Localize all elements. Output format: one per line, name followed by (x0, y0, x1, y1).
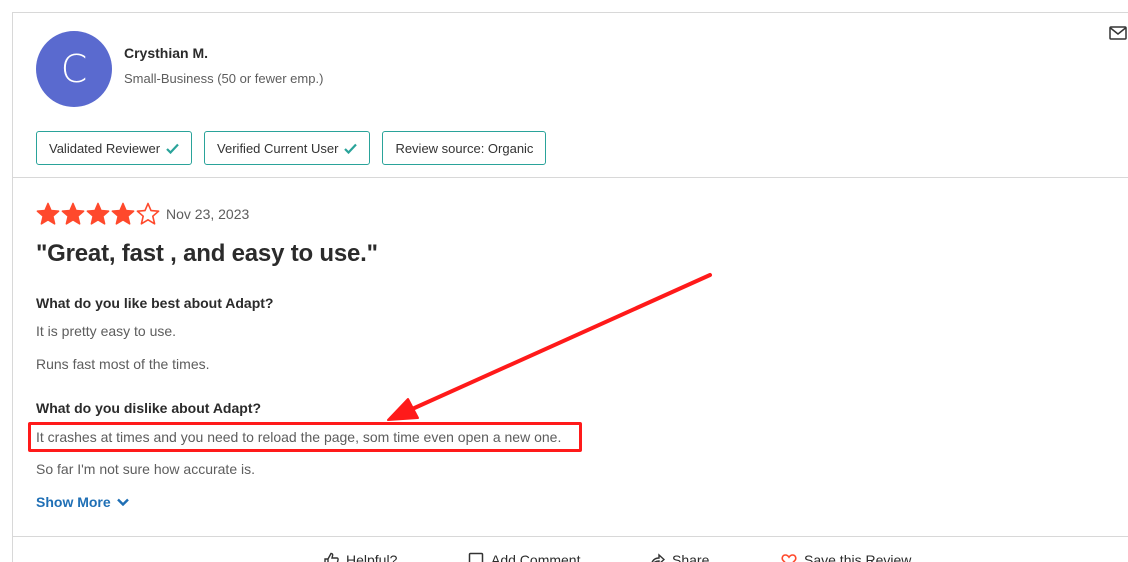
thumbs-up-icon (324, 552, 339, 562)
question-dislike: What do you dislike about Adapt? (36, 400, 262, 416)
helpful-button[interactable]: Helpful? (323, 552, 397, 562)
answer-like-line-2: Runs fast most of the times. (36, 356, 210, 372)
reviewer-name[interactable]: Crysthian M. (124, 45, 208, 61)
check-icon (166, 143, 179, 154)
star-filled-icon (111, 202, 135, 225)
show-more-link[interactable]: Show More (36, 494, 129, 510)
check-icon (344, 143, 358, 154)
add-comment-label: Add Comment (491, 552, 581, 562)
share-label: Share (672, 552, 710, 562)
badge-label: Review source: Organic (395, 140, 534, 156)
validated-reviewer-badge[interactable]: Validated Reviewer (36, 131, 193, 165)
badge-row: Validated Reviewer Verified Current User… (36, 131, 547, 165)
avatar: C (36, 31, 112, 107)
show-more-label: Show More (36, 494, 111, 510)
helpful-label: Helpful? (346, 552, 398, 562)
review-actions: Helpful? Add Comment Share Save this Rev… (0, 552, 1128, 562)
annotation-highlight-box (28, 422, 582, 452)
comment-icon (468, 552, 484, 562)
save-review-button[interactable]: Save this Review (781, 552, 911, 562)
star-rating (36, 202, 160, 226)
divider (12, 177, 1128, 178)
answer-dislike-line-2: So far I'm not sure how accurate is. (36, 461, 255, 477)
badge-label: Verified Current User (217, 140, 339, 156)
share-icon (651, 553, 665, 562)
star-filled-icon (86, 202, 110, 225)
review-title: "Great, fast , and easy to use." (36, 240, 378, 267)
share-button[interactable]: Share (649, 552, 709, 562)
verified-current-user-badge[interactable]: Verified Current User (204, 131, 371, 165)
company-size: Small-Business (50 or fewer emp.) (124, 71, 324, 86)
review-date: Nov 23, 2023 (166, 206, 250, 222)
add-comment-button[interactable]: Add Comment (468, 552, 580, 562)
badge-label: Validated Reviewer (49, 140, 161, 156)
star-empty-icon (136, 202, 160, 225)
heart-icon (781, 554, 797, 562)
answer-like-line-1: It is pretty easy to use. (36, 323, 177, 339)
star-filled-icon (61, 202, 85, 225)
question-like-best: What do you like best about Adapt? (36, 295, 274, 311)
chevron-down-icon (116, 498, 129, 506)
divider (12, 536, 1128, 537)
save-review-label: Save this Review (804, 552, 912, 562)
mail-icon[interactable] (1109, 26, 1127, 40)
review-card (12, 12, 1128, 562)
review-source-badge[interactable]: Review source: Organic (382, 131, 547, 165)
star-filled-icon (36, 202, 60, 225)
